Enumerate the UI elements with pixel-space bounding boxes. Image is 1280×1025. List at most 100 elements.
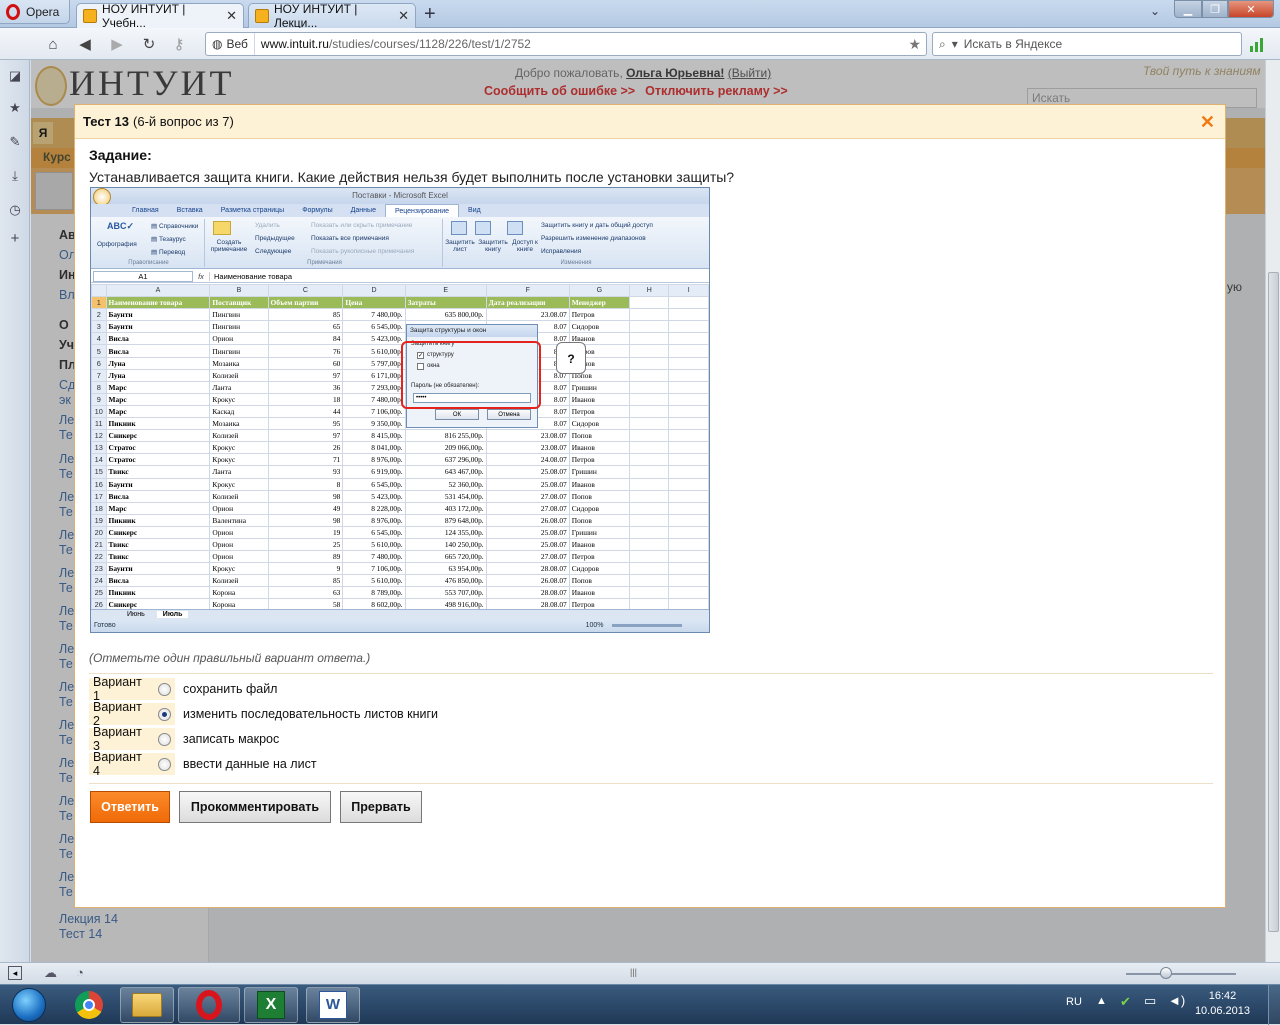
cell: Ланта (209, 380, 269, 394)
notes-icon[interactable]: ✎ (7, 134, 23, 150)
tray-security-icon[interactable]: ✔ (1120, 994, 1131, 1010)
answer-option[interactable]: Вариант 4 ввести данные на лист (89, 750, 317, 778)
tray-network-icon[interactable]: ▭ (1144, 993, 1156, 1009)
excel-sheet-tabs: Июнь Июль (91, 609, 709, 619)
panel-toggle-icon[interactable]: ◂ (8, 966, 22, 980)
new-tab-button[interactable]: + (424, 3, 436, 26)
cell: Пикник (105, 417, 211, 431)
favorites-icon[interactable]: ★ (7, 100, 23, 116)
taskbar-clock[interactable]: 16:42 10.06.2013 (1195, 989, 1250, 1019)
show-desktop-button[interactable] (1268, 985, 1280, 1025)
cell: 8 976,00р. (342, 453, 406, 467)
option-radio[interactable] (158, 732, 171, 746)
option-label-box[interactable]: Вариант 3 (89, 725, 175, 753)
taskbar-excel[interactable]: X (244, 987, 298, 1023)
forward-icon[interactable]: ▶ (108, 35, 126, 53)
answer-option[interactable]: Вариант 2 изменить последовательность лис… (89, 700, 438, 728)
sheet-tab: Июнь (127, 611, 145, 618)
row-number: 9 (91, 392, 107, 406)
opera-unite-icon[interactable]: ☁ (44, 965, 57, 981)
speed-dial-bars-icon[interactable] (1250, 36, 1268, 52)
taskbar-opera[interactable] (178, 987, 240, 1023)
rb-show-hide-note: Показать или скрыть примечание (311, 222, 413, 229)
option-label-box[interactable]: Вариант 2 (89, 700, 175, 728)
cell: 49 (267, 501, 344, 515)
web-badge[interactable]: ◍ Веб (206, 33, 255, 55)
close-tab-icon[interactable]: ✕ (226, 8, 237, 24)
excel-screenshot: Поставки - Microsoft Excel Главная Вставк… (90, 187, 710, 633)
minimize-button[interactable]: ▁ (1174, 0, 1202, 18)
cell: Висла (105, 489, 211, 503)
cell: Крокус (209, 392, 269, 406)
header-cell: Наименование товара (105, 296, 211, 310)
answer-button[interactable]: Ответить (90, 791, 170, 823)
option-radio[interactable] (158, 757, 171, 771)
search-engine-dropdown-icon[interactable]: ▾ (952, 37, 958, 51)
bookmark-star-icon[interactable]: ★ (908, 36, 921, 53)
row-number: 16 (91, 477, 107, 491)
close-window-button[interactable]: ✕ (1228, 0, 1274, 18)
table-row: 17 Висла Колизей 98 5 423,00р. 531 454,00р. 27… (91, 489, 709, 503)
close-tab-icon[interactable]: ✕ (398, 8, 409, 24)
reload-icon[interactable]: ↻ (140, 35, 158, 53)
taskbar-explorer[interactable] (120, 987, 174, 1023)
tray-arrow-icon[interactable]: ▲ (1096, 995, 1107, 1007)
cell: 28.08.07 (485, 562, 570, 576)
cell: 8 041,00р. (342, 441, 406, 455)
option-text[interactable]: сохранить файл (183, 682, 277, 696)
taskbar-chrome[interactable] (62, 987, 116, 1023)
empty-cell (668, 501, 709, 515)
cell: Колизей (209, 489, 269, 503)
row-number: 20 (91, 525, 107, 539)
scrollbar-thumb[interactable] (1268, 272, 1279, 932)
formula-value: Наименование товара (209, 271, 292, 281)
vertical-scrollbar[interactable] (1265, 60, 1280, 962)
option-label-box[interactable]: Вариант 1 (89, 675, 175, 703)
url-text[interactable]: www.intuit.ru/studies/courses/1128/226/t… (255, 37, 531, 51)
resize-grip-icon[interactable]: ||| (630, 967, 637, 977)
option-text[interactable]: ввести данные на лист (183, 757, 317, 771)
option-text[interactable]: изменить последовательность листов книги (183, 707, 438, 721)
cell: 140 250,00р. (404, 537, 487, 552)
add-panel-icon[interactable]: + (7, 230, 23, 247)
key-icon[interactable]: ⚷ (170, 35, 188, 53)
tab-list-icon[interactable]: ⌄ (1150, 4, 1166, 18)
history-icon[interactable]: ◷ (7, 202, 23, 218)
language-indicator[interactable]: RU (1066, 996, 1082, 1008)
zoom-slider[interactable] (1126, 973, 1236, 975)
cell: 5 610,00р. (342, 344, 406, 358)
modal-close-icon[interactable]: ✕ (1200, 112, 1215, 133)
cell: Иванов (568, 537, 630, 552)
turbo-icon[interactable]: ◔ (76, 965, 84, 980)
tab-intuit-1[interactable]: НОУ ИНТУИТ | Учебн... ✕ (76, 2, 244, 30)
taskbar-word[interactable]: W (306, 987, 360, 1023)
cell: Твикс (105, 465, 211, 479)
cell: 7 106,00р. (342, 404, 406, 419)
start-button[interactable] (2, 986, 56, 1024)
maximize-button[interactable]: ❐ (1202, 0, 1228, 18)
option-label-box[interactable]: Вариант 4 (89, 750, 175, 778)
zoom-slider-thumb[interactable] (1160, 967, 1172, 979)
table-row: 2 Баунти Пингвин 85 7 480,00р. 635 800,00р. 23… (91, 308, 709, 322)
answer-option[interactable]: Вариант 1 сохранить файл (89, 675, 277, 703)
abort-button[interactable]: Прервать (340, 791, 422, 823)
opera-menu-button[interactable]: Opera (0, 0, 70, 24)
tab-intuit-2[interactable]: НОУ ИНТУИТ | Лекци... ✕ (248, 2, 416, 30)
address-bar[interactable]: ◍ Веб www.intuit.ru/studies/courses/1128/… (205, 32, 927, 56)
option-radio[interactable] (158, 707, 171, 721)
cell: Баунти (105, 477, 211, 491)
search-box[interactable]: ⌕ ▾ Искать в Яндексе (932, 32, 1242, 56)
back-icon[interactable]: ◀ (76, 35, 94, 53)
bookmarks-panel-icon[interactable]: ◪ (7, 68, 23, 84)
tray-volume-icon[interactable]: ◄) (1168, 993, 1185, 1008)
answer-option[interactable]: Вариант 3 записать макрос (89, 725, 279, 753)
empty-cell (628, 296, 670, 310)
option-radio[interactable] (158, 682, 171, 696)
share-book-icon (507, 221, 523, 235)
home-icon[interactable]: ⌂ (44, 35, 62, 53)
cell: 76 (267, 344, 344, 358)
option-text[interactable]: записать макрос (183, 732, 279, 746)
cell: Петров (568, 550, 630, 564)
comment-button[interactable]: Прокомментировать (179, 791, 331, 823)
downloads-icon[interactable]: ⤓ (7, 168, 23, 184)
